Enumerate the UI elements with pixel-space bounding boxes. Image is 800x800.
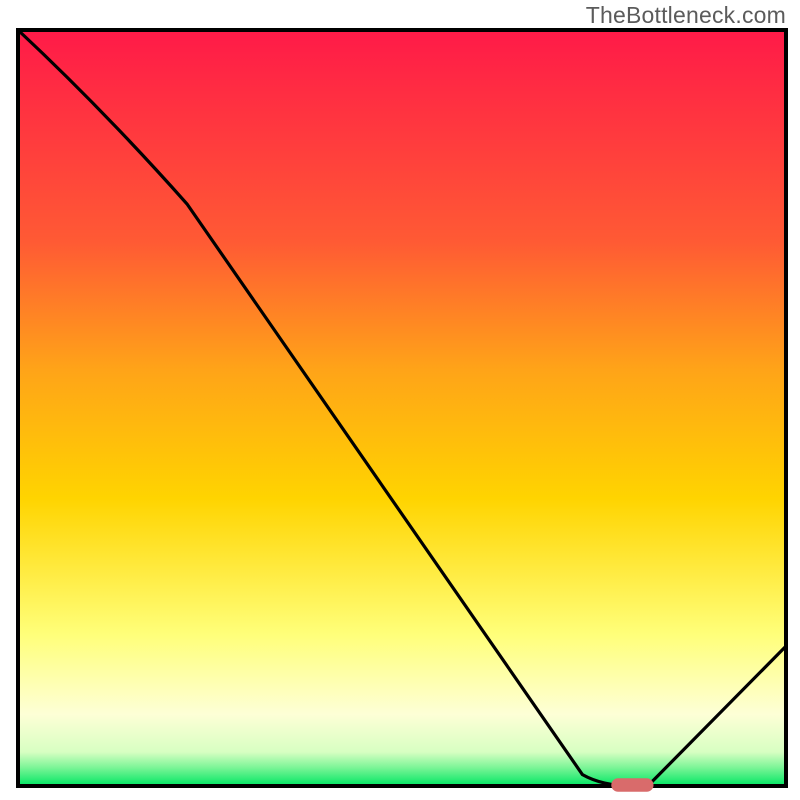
optimal-point-marker <box>611 778 653 792</box>
bottleneck-chart <box>0 0 800 800</box>
chart-stage: TheBottleneck.com <box>0 0 800 800</box>
watermark-text: TheBottleneck.com <box>586 2 786 29</box>
